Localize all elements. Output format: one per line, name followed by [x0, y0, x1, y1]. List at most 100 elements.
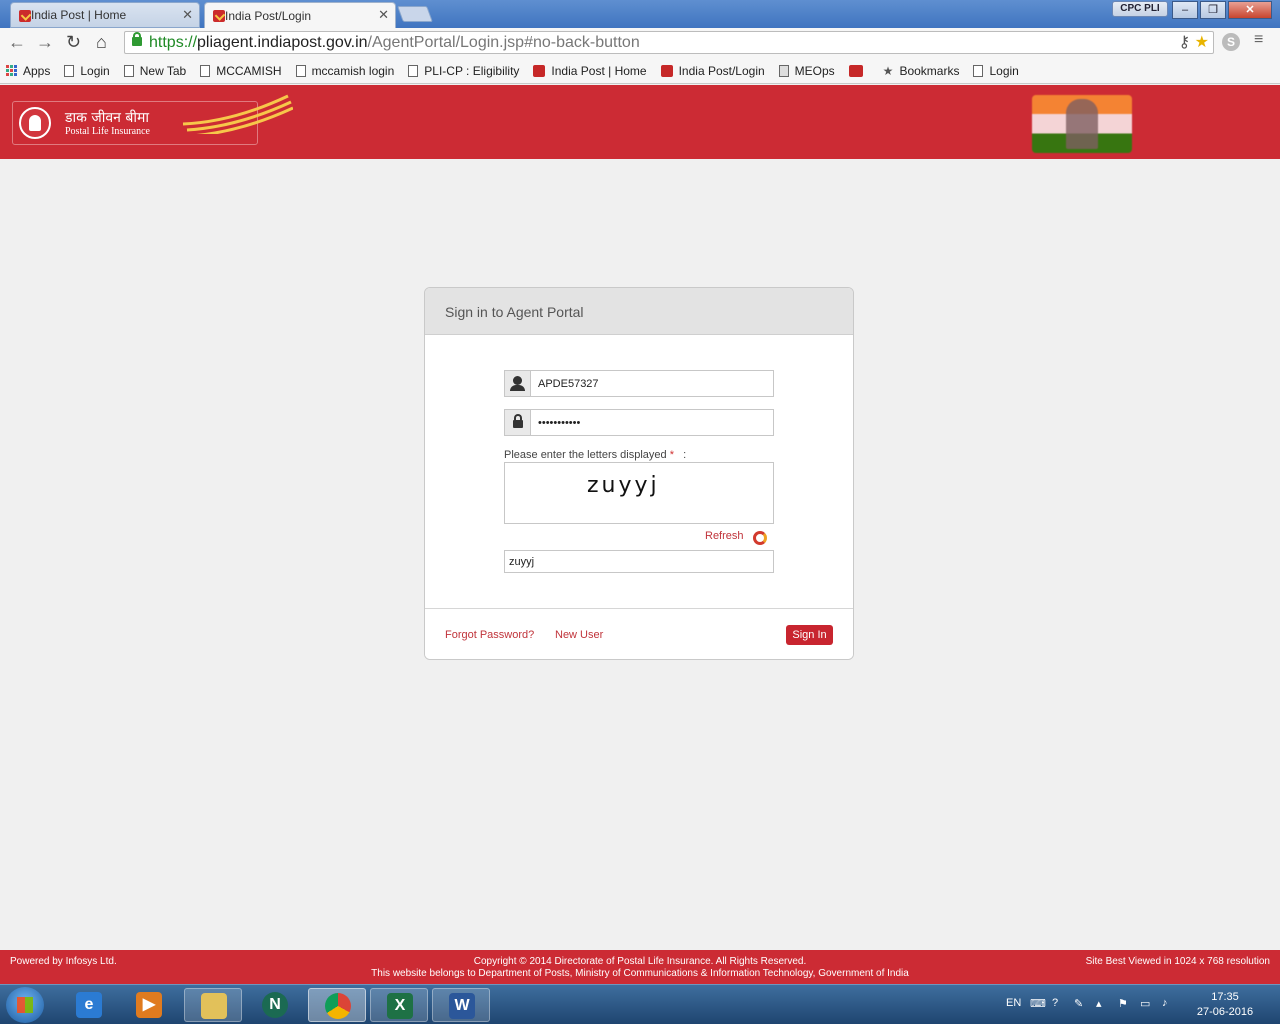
- logo-hindi-text: डाक जीवन बीमा: [65, 110, 149, 126]
- india-post-favicon-icon: [213, 10, 225, 22]
- skype-extension-icon[interactable]: S: [1222, 33, 1240, 51]
- username-input[interactable]: [532, 371, 773, 396]
- action-center-flag-icon[interactable]: ⚑: [1118, 997, 1128, 1010]
- reload-icon[interactable]: ↻: [66, 32, 81, 53]
- address-bar[interactable]: https://pliagent.indiapost.gov.in/AgentP…: [124, 31, 1214, 54]
- lock-icon: [513, 414, 523, 428]
- tab-close-icon[interactable]: ✕: [378, 7, 389, 23]
- taskbar-chrome[interactable]: [308, 988, 366, 1022]
- forward-arrow-icon[interactable]: →: [36, 32, 54, 53]
- show-hidden-icons-icon[interactable]: ▴: [1096, 997, 1102, 1010]
- bookmark-meops[interactable]: MEOps: [778, 64, 835, 78]
- back-arrow-icon[interactable]: ←: [8, 32, 26, 53]
- best-viewed-text: Site Best Viewed in 1024 x 768 resolutio…: [1085, 956, 1270, 967]
- bookmark-new-tab[interactable]: New Tab: [123, 64, 186, 78]
- page-icon: [64, 64, 75, 77]
- taskbar-word[interactable]: W: [432, 988, 490, 1022]
- login-panel-title: Sign in to Agent Portal: [425, 288, 853, 335]
- logo-english-text: Postal Life Insurance: [65, 126, 150, 137]
- netscape-icon: N: [262, 992, 288, 1018]
- help-icon[interactable]: ?: [1052, 997, 1058, 1009]
- keyboard-icon[interactable]: ⌨: [1030, 997, 1046, 1010]
- start-button[interactable]: [6, 987, 44, 1023]
- tab-india-post-home[interactable]: India Post | Home ✕: [10, 2, 200, 28]
- taskbar-clock[interactable]: 17:35 27-06-2016: [1186, 990, 1264, 1020]
- refresh-icon[interactable]: [753, 531, 767, 545]
- bookmark-apps[interactable]: Apps: [6, 64, 50, 78]
- taskbar-file-explorer[interactable]: [184, 988, 242, 1022]
- browser-toolbar: ← → ↻ ⌂ https://pliagent.indiapost.gov.i…: [0, 28, 1280, 58]
- minimize-button[interactable]: –: [1172, 1, 1198, 19]
- clock-date: 27-06-2016: [1196, 1006, 1254, 1018]
- bookmark-pli-cp-eligibility[interactable]: PLI-CP : Eligibility: [408, 64, 519, 78]
- secure-lock-icon: [132, 32, 142, 46]
- url-scheme: https://: [149, 34, 198, 51]
- forgot-password-link[interactable]: Forgot Password?: [445, 629, 534, 641]
- captcha-label: Please enter the letters displayed * :: [504, 449, 687, 461]
- volume-icon[interactable]: ♪: [1162, 997, 1168, 1009]
- national-emblem-icon: [1032, 95, 1132, 153]
- password-field[interactable]: [504, 409, 774, 436]
- close-window-button[interactable]: ✕: [1228, 1, 1272, 19]
- captcha-image: zuyyj: [504, 462, 774, 524]
- taskbar-excel[interactable]: X: [370, 988, 428, 1022]
- home-icon[interactable]: ⌂: [96, 32, 107, 53]
- password-input[interactable]: [532, 410, 773, 435]
- bookmark-login-2[interactable]: Login: [973, 64, 1019, 78]
- new-user-link[interactable]: New User: [555, 629, 603, 641]
- username-field[interactable]: [504, 370, 774, 397]
- lion-capital-icon: [1066, 99, 1098, 149]
- captcha-refresh-link[interactable]: Refresh: [705, 530, 744, 542]
- folder-icon: [201, 993, 227, 1019]
- pli-logo[interactable]: डाक जीवन बीमा Postal Life Insurance: [12, 94, 293, 145]
- chrome-icon: [325, 993, 351, 1019]
- tab-label: India Post | Home: [31, 8, 127, 22]
- tab-india-post-login[interactable]: India Post/Login ✕: [204, 2, 396, 28]
- bookmarks-bar: Apps Login New Tab MCCAMISH mccamish log…: [0, 58, 1280, 84]
- bookmark-login[interactable]: Login: [64, 64, 110, 78]
- site-footer: Powered by Infosys Ltd. Copyright © 2014…: [0, 950, 1280, 984]
- sign-in-button[interactable]: Sign In: [786, 625, 833, 645]
- page-icon: [295, 64, 306, 77]
- restore-button[interactable]: ❐: [1200, 1, 1226, 19]
- act-icon: [848, 64, 863, 77]
- tab-close-icon[interactable]: ✕: [182, 7, 193, 23]
- india-post-favicon-icon: [533, 64, 546, 77]
- user-icon: [510, 376, 525, 391]
- captcha-input[interactable]: [504, 550, 774, 573]
- required-mark: *: [669, 449, 674, 461]
- url-path: /AgentPortal/Login.jsp#no-back-button: [367, 34, 640, 51]
- network-icon[interactable]: ▭: [1140, 997, 1150, 1010]
- user-icon-addon: [505, 371, 531, 396]
- login-panel-footer: Forgot Password? New User Sign In: [425, 608, 853, 659]
- bookmark-mccamish-login[interactable]: mccamish login: [295, 64, 394, 78]
- word-icon: W: [449, 993, 475, 1019]
- taskbar-netscape[interactable]: N: [246, 988, 304, 1022]
- login-panel: Sign in to Agent Portal Please enter the…: [424, 287, 854, 660]
- meops-icon: [778, 64, 789, 77]
- captcha-text: zuyyj: [587, 473, 660, 498]
- browser-tabstrip: India Post | Home ✕ India Post/Login ✕ C…: [0, 0, 1280, 28]
- pen-icon[interactable]: ✎: [1074, 997, 1083, 1010]
- bookmark-india-post-home[interactable]: India Post | Home: [533, 64, 647, 78]
- bookmark-star-icon[interactable]: ★: [1195, 34, 1209, 51]
- bookmark-bookmarks-folder[interactable]: ★ Bookmarks: [883, 64, 960, 78]
- language-indicator[interactable]: EN: [1006, 997, 1021, 1009]
- chrome-menu-icon[interactable]: ≡: [1254, 31, 1263, 49]
- ownership-text: This website belongs to Department of Po…: [371, 968, 909, 979]
- media-player-icon: ▶: [136, 992, 162, 1018]
- taskbar-internet-explorer[interactable]: e: [60, 988, 118, 1022]
- page-icon: [973, 64, 984, 77]
- page-icon: [200, 64, 211, 77]
- bookmark-act[interactable]: [848, 64, 869, 77]
- profile-button[interactable]: CPC PLI: [1112, 1, 1168, 17]
- apps-grid-icon: [6, 65, 17, 76]
- bookmark-india-post-login[interactable]: India Post/Login: [660, 64, 765, 78]
- page-icon: [408, 64, 419, 77]
- key-icon[interactable]: ⚷: [1178, 34, 1190, 51]
- india-post-favicon-icon: [19, 10, 31, 22]
- new-tab-button[interactable]: [397, 6, 433, 22]
- taskbar-media-player[interactable]: ▶: [120, 988, 178, 1022]
- bookmark-mccamish[interactable]: MCCAMISH: [200, 64, 282, 78]
- hand-emblem-icon: [19, 107, 51, 139]
